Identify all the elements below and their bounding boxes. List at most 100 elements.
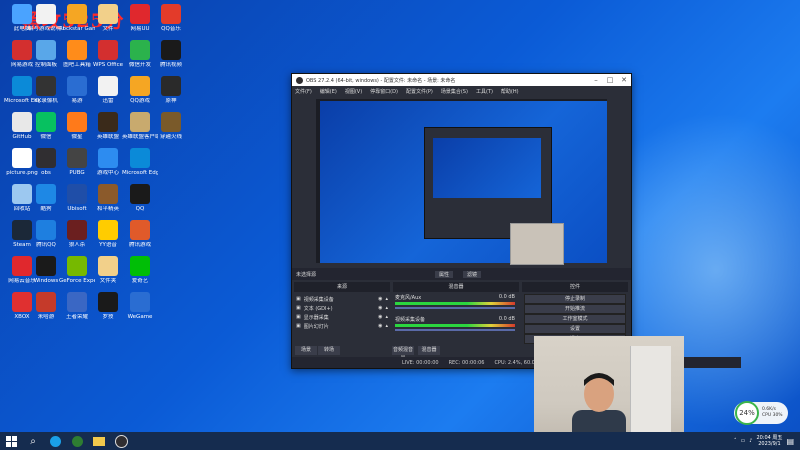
desktop-icon[interactable]: 腾讯游戏: [122, 220, 158, 249]
app-icon: [161, 76, 181, 96]
desktop-icon[interactable]: 罗技: [90, 292, 126, 321]
desktop-icon-label: 文件: [102, 26, 114, 32]
obs-tab[interactable]: 音频混音器: [392, 346, 414, 362]
nested-obs-preview: [433, 138, 541, 198]
obs-taskbar-icon[interactable]: [110, 432, 132, 450]
desktop-icon-label: 罗技: [102, 314, 114, 320]
lock-icon[interactable]: ▴: [385, 305, 388, 311]
volume-icon[interactable]: ♪: [749, 438, 752, 444]
obs-menu-item[interactable]: 场景集合(S): [441, 88, 468, 95]
desktop-icon[interactable]: Microsoft Edge: [122, 148, 158, 177]
source-item[interactable]: ▣ 图片幻灯片 ◉ ▴: [296, 322, 388, 330]
obs-menu-item[interactable]: 工具(T): [476, 88, 493, 95]
browser-taskbar-icon[interactable]: [66, 432, 88, 450]
source-item[interactable]: ▣ 显示器采集 ◉ ▴: [296, 313, 388, 321]
mixer-channel: 视频采集设备 0.0 dB: [395, 316, 515, 331]
file-explorer-icon[interactable]: [88, 432, 110, 450]
app-icon: [98, 148, 118, 168]
obs-tab[interactable]: 转场: [318, 346, 340, 355]
obs-tab[interactable]: 混音器: [418, 346, 440, 355]
source-item[interactable]: ▣ 文本 (GDI+) ◉ ▴: [296, 304, 388, 312]
lock-icon[interactable]: ▴: [385, 323, 388, 329]
desktop-icon[interactable]: QQ音乐: [153, 4, 189, 33]
desktop-icon[interactable]: 英雄联盟: [90, 112, 126, 141]
app-icon: [130, 256, 150, 276]
obs-window[interactable]: OBS 27.2.4 (64-bit, windows) - 配置文件: 未命名…: [291, 73, 741, 369]
control-button[interactable]: 开始推流: [524, 304, 626, 314]
desktop-icon[interactable]: 原神: [153, 76, 189, 105]
maximize-icon[interactable]: □: [603, 76, 617, 84]
app-icon: [161, 40, 181, 60]
network-monitor-widget[interactable]: 24% 0.6K/s CPU 30%: [734, 401, 788, 425]
desktop-icon-label: QQ: [135, 206, 145, 212]
obs-menu-item[interactable]: 帮助(H): [501, 88, 519, 95]
clock[interactable]: 20:04 周五 2023/9/1: [756, 435, 782, 447]
start-button[interactable]: [0, 432, 22, 450]
rec-status: REC: 00:00:06: [448, 359, 485, 366]
network-icon[interactable]: ▭: [741, 438, 746, 444]
app-icon: [36, 292, 56, 312]
desktop-icon-label: 穿越火线: [159, 134, 182, 140]
desktop-icon[interactable]: WeGame: [122, 292, 158, 321]
source-item[interactable]: ▣ 视频采集设备 ◉ ▴: [296, 295, 388, 303]
obs-tab[interactable]: 场景: [295, 346, 317, 355]
desktop-icon[interactable]: WPS Office: [90, 40, 126, 69]
source-type-icon: ▣: [296, 323, 301, 329]
desktop-icon[interactable]: 和平精英: [90, 184, 126, 213]
desktop-icon[interactable]: 爱奇艺: [122, 256, 158, 285]
desktop-icon[interactable]: 文件夹: [90, 256, 126, 285]
system-tray: ˄ ▭ ♪ 20:04 周五 2023/9/1 ▤: [734, 432, 800, 450]
app-icon: [98, 4, 118, 24]
desktop-icon[interactable]: 穿越火线: [153, 112, 189, 141]
volume-slider[interactable]: [395, 329, 515, 331]
app-icon: [161, 112, 181, 132]
visibility-eye-icon[interactable]: ◉: [378, 296, 382, 302]
app-icon: [98, 256, 118, 276]
tray-chevron-icon[interactable]: ˄: [734, 438, 737, 444]
properties-button[interactable]: 属性: [434, 270, 453, 278]
search-icon[interactable]: ⌕: [22, 432, 44, 450]
lock-icon[interactable]: ▴: [385, 296, 388, 302]
minimize-icon[interactable]: –: [589, 76, 603, 84]
visibility-eye-icon[interactable]: ◉: [378, 314, 382, 320]
app-icon: [98, 76, 118, 96]
net-percent: 24%: [735, 401, 759, 425]
visibility-eye-icon[interactable]: ◉: [378, 323, 382, 329]
obs-menubar: 文件(F) 编辑(E) 视图(V) 停靠窗口(D) 配置文件(P) 场景集合(S) 工具(T…: [292, 86, 631, 97]
obs-window-title: OBS 27.2.4 (64-bit, windows) - 配置文件: 未命名…: [306, 77, 456, 84]
notification-icon[interactable]: ▤: [786, 437, 794, 446]
app-icon: [130, 40, 150, 60]
filters-button[interactable]: 滤镜: [462, 270, 481, 278]
mixer-channel: 麦克风/Aux 0.0 dB: [395, 294, 515, 309]
edge-taskbar-icon[interactable]: [44, 432, 66, 450]
desktop-icon[interactable]: YY语音: [90, 220, 126, 249]
desktop-icon[interactable]: 文件: [90, 4, 126, 33]
desktop-icon[interactable]: 腾讯视频: [153, 40, 189, 69]
close-icon[interactable]: ✕: [617, 76, 631, 84]
desktop-icon[interactable]: 迅雷: [90, 76, 126, 105]
volume-slider[interactable]: [395, 307, 515, 309]
control-button[interactable]: 工作室模式: [524, 314, 626, 324]
obs-menu-item[interactable]: 文件(F): [295, 88, 312, 95]
lock-icon[interactable]: ▴: [385, 314, 388, 320]
desktop-icon[interactable]: 游戏中心: [90, 148, 126, 177]
source-label: 文本 (GDI+): [303, 305, 333, 312]
obs-menu-item[interactable]: 配置文件(P): [406, 88, 433, 95]
desktop-icon[interactable]: QQ: [122, 184, 158, 213]
app-icon: [98, 112, 118, 132]
control-button[interactable]: 设置: [524, 324, 626, 334]
visibility-eye-icon[interactable]: ◉: [378, 305, 382, 311]
obs-titlebar[interactable]: OBS 27.2.4 (64-bit, windows) - 配置文件: 未命名…: [292, 74, 631, 86]
clock-date: 2023/9/1: [758, 441, 781, 447]
obs-menu-item[interactable]: 编辑(E): [320, 88, 337, 95]
obs-menu-item[interactable]: 视图(V): [345, 88, 362, 95]
mixer-channel-name: 麦克风/Aux: [395, 295, 422, 301]
desktop-icon-label: 迅雷: [102, 98, 114, 104]
obs-menu-item[interactable]: 停靠窗口(D): [370, 88, 398, 95]
desktop-icon-label: WPS Office: [92, 62, 124, 68]
mixer-channel-level: 0.0 dB: [498, 294, 515, 300]
control-button[interactable]: 停止录制: [524, 294, 626, 304]
controls-dock-header: 控件: [522, 282, 628, 292]
source-label: 显示器采集: [303, 314, 329, 321]
app-icon: [67, 112, 87, 132]
